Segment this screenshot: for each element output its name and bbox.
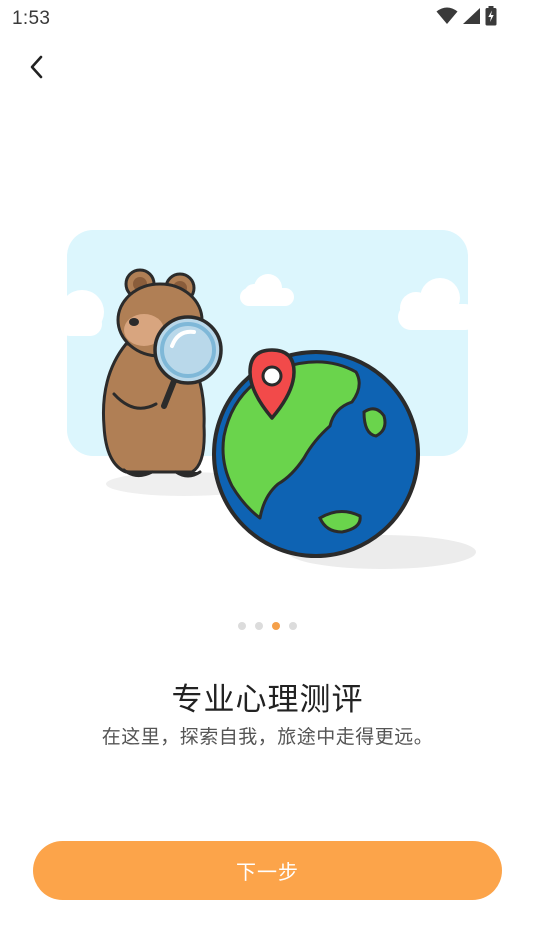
page-dot [289, 622, 297, 630]
onboarding-illustration [58, 226, 482, 576]
globe-icon [212, 350, 420, 558]
back-button[interactable] [18, 50, 56, 88]
wifi-icon [436, 7, 458, 29]
page-dot [238, 622, 246, 630]
page-dot-active [272, 622, 280, 630]
status-time: 1:53 [12, 8, 51, 29]
battery-charging-icon [485, 6, 497, 30]
signal-icon [462, 7, 481, 29]
status-bar: 1:53 [0, 0, 535, 36]
next-button-label: 下一步 [236, 860, 299, 884]
page-subtitle: 在这里，探索自我，旅途中走得更远。 [101, 726, 434, 748]
chevron-left-icon [27, 54, 47, 84]
page-indicator [0, 622, 535, 630]
page-dot [255, 622, 263, 630]
page-title: 专业心理测评 [171, 682, 364, 718]
next-button[interactable]: 下一步 [33, 841, 502, 900]
status-icons [436, 6, 497, 30]
